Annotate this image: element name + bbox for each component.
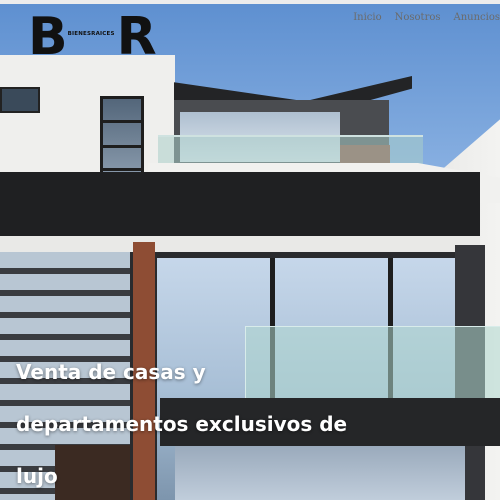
main-nav: Inicio Nosotros Anuncios xyxy=(353,12,500,23)
nav-link-anuncios[interactable]: Anuncios xyxy=(454,12,500,23)
hero-heading: Venta de casas y departamentos exclusivo… xyxy=(16,0,356,500)
nav-link-nosotros[interactable]: Nosotros xyxy=(395,12,441,23)
hero-heading-line-1: Venta de casas y xyxy=(16,360,206,384)
hero-heading-line-2: departamentos exclusivos de xyxy=(16,412,348,436)
hero-heading-line-3: lujo xyxy=(16,464,58,488)
nav-link-inicio[interactable]: Inicio xyxy=(353,12,381,23)
